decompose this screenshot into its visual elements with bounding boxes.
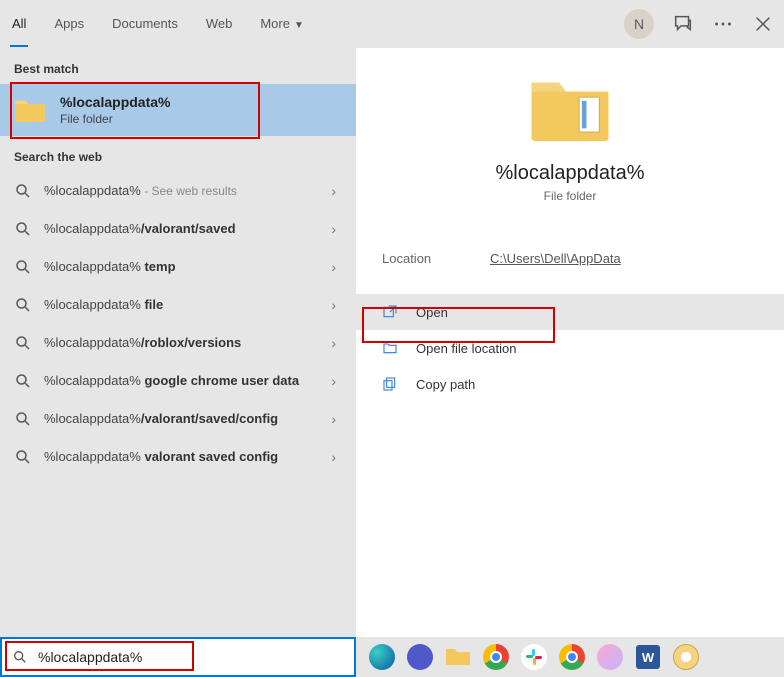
action-open-location[interactable]: Open file location [356,330,784,366]
action-copy-path[interactable]: Copy path [356,366,784,402]
best-match-item[interactable]: %localappdata% File folder [0,84,356,136]
web-result-text: %localappdata% file [44,296,325,314]
web-result-item[interactable]: %localappdata% valorant saved config› [0,438,356,476]
search-icon [12,649,28,665]
more-options-icon[interactable] [712,13,734,35]
chevron-down-icon: ▼ [294,20,304,31]
preview-subtitle: File folder [544,189,597,203]
chevron-right-icon[interactable]: › [325,411,342,427]
taskbar-word-icon[interactable]: W [632,641,664,673]
open-icon [382,304,398,320]
close-icon[interactable] [752,13,774,35]
search-icon [14,334,32,352]
chevron-right-icon[interactable]: › [325,183,342,199]
chevron-right-icon[interactable]: › [325,335,342,351]
preview-title: %localappdata% [496,162,645,185]
best-match-title: %localappdata% [60,94,170,110]
taskbar-slack-icon[interactable] [518,641,550,673]
taskbar-chrome2-icon[interactable] [556,641,588,673]
taskbar-chrome-icon[interactable] [480,641,512,673]
search-icon [14,220,32,238]
chevron-right-icon[interactable]: › [325,259,342,275]
tab-apps[interactable]: Apps [52,2,86,47]
location-link[interactable]: C:\Users\Dell\AppData [490,251,621,266]
search-input[interactable]: %localappdata% [0,637,356,677]
tab-documents[interactable]: Documents [110,2,180,47]
web-result-text: %localappdata%/valorant/saved/config [44,410,325,428]
action-open-location-label: Open file location [416,341,516,356]
top-tabs-bar: All Apps Documents Web More▼ N [0,0,784,48]
best-match-label: Best match [0,48,356,84]
copy-icon [382,376,398,392]
search-icon [14,372,32,390]
taskbar: W [356,637,784,677]
web-result-text: %localappdata%/roblox/versions [44,334,325,352]
search-icon [14,410,32,428]
web-result-item[interactable]: %localappdata% file› [0,286,356,324]
taskbar-paint-icon[interactable] [670,641,702,673]
taskbar-edge-icon[interactable] [366,641,398,673]
preview-panel: %localappdata% File folder Location C:\U… [356,48,784,677]
chevron-right-icon[interactable]: › [325,373,342,389]
web-result-item[interactable]: %localappdata% - See web results› [0,172,356,210]
search-value: %localappdata% [38,649,142,665]
action-open-label: Open [416,305,448,320]
location-label: Location [382,251,490,266]
taskbar-explorer-icon[interactable] [442,641,474,673]
web-result-text: %localappdata% - See web results [44,182,325,200]
results-panel: Best match %localappdata% File folder Se… [0,48,356,677]
chevron-right-icon[interactable]: › [325,449,342,465]
web-result-item[interactable]: %localappdata%/roblox/versions› [0,324,356,362]
folder-open-icon [382,340,398,356]
web-result-item[interactable]: %localappdata% google chrome user data› [0,362,356,400]
search-icon [14,258,32,276]
web-result-text: %localappdata% valorant saved config [44,448,325,466]
tab-all[interactable]: All [10,2,28,47]
taskbar-snip-icon[interactable] [594,641,626,673]
search-web-label: Search the web [0,136,356,172]
search-icon [14,182,32,200]
tab-web[interactable]: Web [204,2,235,47]
search-icon [14,296,32,314]
chevron-right-icon[interactable]: › [325,297,342,313]
search-icon [14,448,32,466]
action-open[interactable]: Open [356,294,784,330]
action-copy-path-label: Copy path [416,377,475,392]
web-result-item[interactable]: %localappdata%/valorant/saved/config› [0,400,356,438]
web-result-text: %localappdata%/valorant/saved [44,220,325,238]
user-avatar[interactable]: N [624,9,654,39]
taskbar-teams-icon[interactable] [404,641,436,673]
web-result-item[interactable]: %localappdata% temp› [0,248,356,286]
web-result-item[interactable]: %localappdata%/valorant/saved› [0,210,356,248]
folder-large-icon [526,72,614,148]
web-results-list: %localappdata% - See web results›%locala… [0,172,356,476]
chevron-right-icon[interactable]: › [325,221,342,237]
best-match-subtitle: File folder [60,112,170,126]
folder-icon [14,96,46,124]
feedback-icon[interactable] [672,13,694,35]
tab-more[interactable]: More▼ [258,2,306,47]
web-result-text: %localappdata% temp [44,258,325,276]
web-result-text: %localappdata% google chrome user data [44,372,325,390]
